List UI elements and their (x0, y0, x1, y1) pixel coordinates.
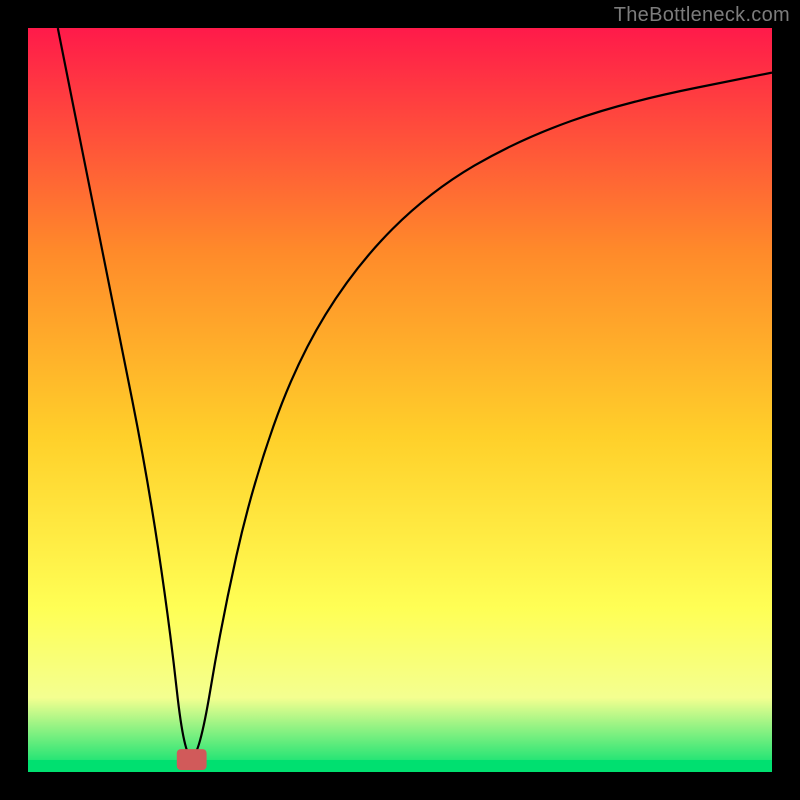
chart-frame (28, 28, 772, 772)
minimum-marker (177, 749, 207, 770)
watermark-text: TheBottleneck.com (614, 4, 790, 27)
chart-svg (28, 28, 772, 772)
bottom-green-strip (28, 760, 772, 772)
plot-background (28, 28, 772, 772)
